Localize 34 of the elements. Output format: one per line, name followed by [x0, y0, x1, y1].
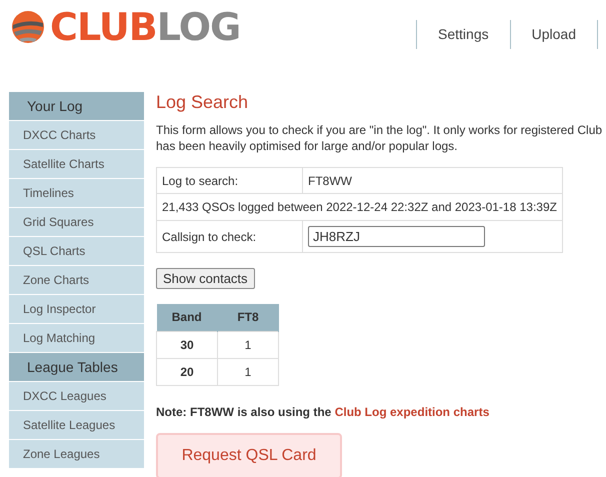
- sidebar-item[interactable]: Timelines: [9, 179, 144, 207]
- sidebar-item[interactable]: Satellite Charts: [9, 150, 144, 178]
- sidebar-item[interactable]: DXCC Charts: [9, 121, 144, 149]
- sidebar-item[interactable]: Zone Leagues: [9, 440, 144, 468]
- expedition-charts-link[interactable]: Club Log expedition charts: [334, 404, 490, 418]
- sidebar-item[interactable]: QSL Charts: [9, 237, 144, 265]
- callsign-field[interactable]: JH8RZJ: [308, 226, 485, 247]
- note-text: Note: FT8WW is also using the Club Log expedition charts: [156, 404, 490, 420]
- sidebar-item[interactable]: Log Matching: [9, 324, 144, 352]
- sidebar-item[interactable]: Grid Squares: [9, 208, 144, 236]
- request-qsl-button[interactable]: Request QSL Card: [156, 432, 342, 477]
- table-cell: 21,433 QSOs logged between 2022-12-24 22:32Z and 2023-01-18 13:39Z: [156, 194, 562, 220]
- table-cell: Log to search:: [156, 168, 302, 194]
- table-cell: 1: [218, 358, 278, 385]
- column-header: FT8: [218, 304, 278, 331]
- show-contacts-button[interactable]: Show contacts: [156, 268, 255, 289]
- intro-text: This form allows you to check if you are "in the log". It only works for registered Club has been heavily optimised for large and/or popular logs.: [156, 122, 602, 154]
- sidebar-header: Your Log: [9, 92, 144, 120]
- table-cell: Callsign to check:: [156, 220, 302, 252]
- sidebar-item[interactable]: Log Inspector: [9, 295, 144, 323]
- sidebar-item[interactable]: Satellite Leagues: [9, 411, 144, 439]
- sidebar-header: League Tables: [9, 353, 144, 381]
- globe-logo-icon: [10, 9, 46, 45]
- sidebar-item[interactable]: DXCC Leagues: [9, 382, 144, 410]
- table-cell: 1: [218, 331, 278, 358]
- column-header: Band: [156, 304, 218, 331]
- sidebar-item[interactable]: Zone Charts: [9, 266, 144, 294]
- table-cell: FT8WW: [302, 168, 562, 194]
- page-title: Log Search: [156, 93, 250, 111]
- nav-link[interactable]: Settings: [416, 20, 510, 49]
- table-cell: 20: [156, 358, 218, 385]
- table-cell: 30: [156, 331, 218, 358]
- logo-wordmark: CLUBLOG: [50, 8, 240, 46]
- nav-link[interactable]: Upload: [510, 20, 597, 49]
